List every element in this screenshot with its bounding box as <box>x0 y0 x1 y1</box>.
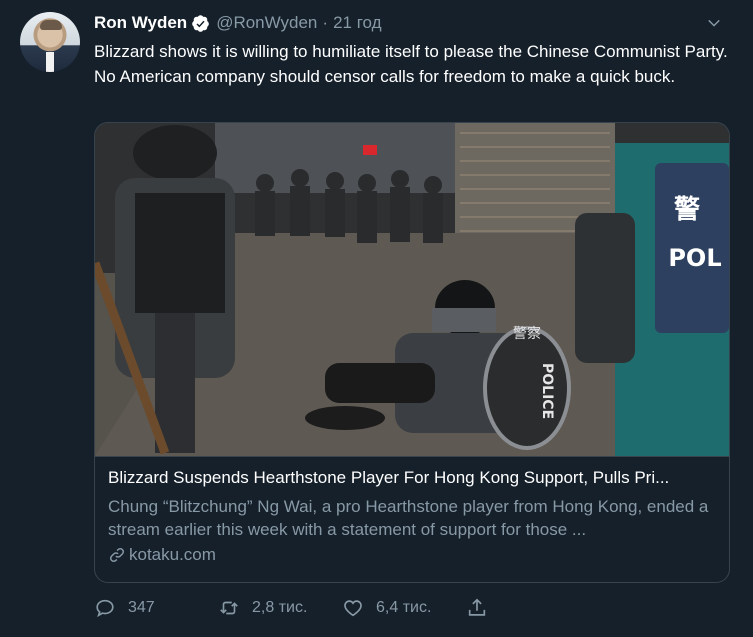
tweet-text: Blizzard shows it is willing to humiliat… <box>94 42 728 86</box>
link-card[interactable]: 警察 POLICE 警 POL Blizzard Suspends Hearth… <box>94 122 730 583</box>
vest-signage-char: 警 <box>674 194 700 225</box>
retweet-icon <box>220 601 238 615</box>
tweet[interactable]: Ron Wyden @RonWyden · 21 год Blizzard sh… <box>0 0 753 637</box>
card-body[interactable]: Blizzard Suspends Hearthstone Player For… <box>95 456 729 582</box>
like-count: 6,4 тис. <box>376 599 432 616</box>
reply-count: 347 <box>128 599 155 616</box>
reply-button[interactable]: 347 <box>94 597 218 619</box>
author-name[interactable]: Ron Wyden <box>94 13 187 33</box>
heart-icon <box>344 600 362 617</box>
avatar-shirt <box>46 52 54 72</box>
retweet-count: 2,8 тис. <box>252 599 308 616</box>
share-button[interactable] <box>466 597 496 619</box>
police-scene-illustration: 警察 POLICE 警 POL <box>95 123 729 456</box>
tweet-actions: 347 2,8 тис. 6,4 тис. <box>94 596 514 620</box>
card-photo[interactable]: 警察 POLICE 警 POL <box>95 123 729 456</box>
card-domain[interactable]: kotaku.com <box>108 545 716 565</box>
link-icon <box>109 547 125 563</box>
author-handle[interactable]: @RonWyden <box>216 13 317 33</box>
shield-signage-char: 警察 <box>513 325 541 342</box>
tweet-header: Ron Wyden @RonWyden · 21 год <box>94 12 733 34</box>
card-domain-text: kotaku.com <box>129 545 216 564</box>
verified-badge-icon <box>192 14 210 32</box>
share-icon <box>468 598 486 616</box>
header-separator: · <box>322 13 329 32</box>
reply-icon <box>96 599 114 618</box>
vest-signage-text: POL <box>668 244 721 272</box>
card-title[interactable]: Blizzard Suspends Hearthstone Player For… <box>108 467 716 489</box>
chevron-down-icon[interactable] <box>705 14 723 32</box>
avatar[interactable] <box>20 12 80 72</box>
retweet-button[interactable]: 2,8 тис. <box>218 597 342 619</box>
like-button[interactable]: 6,4 тис. <box>342 597 466 619</box>
tweet-timestamp[interactable]: 21 год <box>333 13 381 33</box>
card-description: Chung “Blitzchung” Ng Wai, a pro Hearths… <box>108 497 709 539</box>
shield-signage-text: POLICE <box>539 363 555 419</box>
avatar-hair <box>40 20 62 30</box>
